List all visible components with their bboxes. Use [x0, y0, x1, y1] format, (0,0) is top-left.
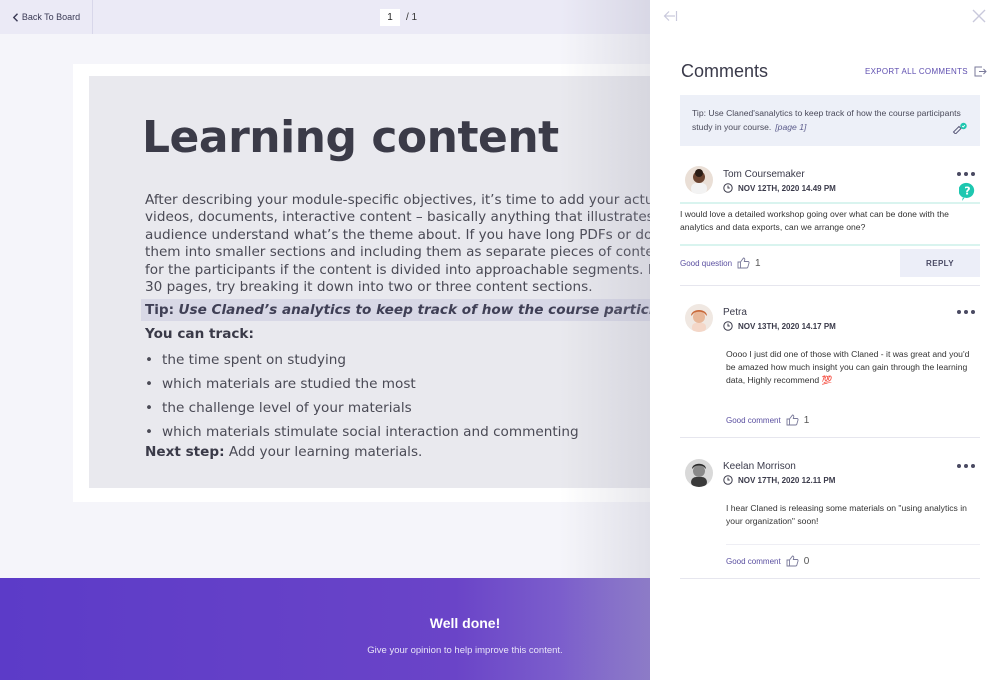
comment-text: I hear Claned is releasing some material…	[726, 503, 967, 526]
page-navigator: / 1	[380, 9, 417, 26]
comment-date: NOV 17TH, 2020 12.11 PM	[723, 475, 835, 485]
track-heading: You can track:	[145, 326, 254, 342]
comment-divider	[726, 544, 980, 545]
document-tip-highlight[interactable]: Tip: Use Claned’s analytics to keep trac…	[141, 299, 653, 321]
back-to-board-button[interactable]: Back To Board	[0, 0, 93, 34]
document-area: Learning content After describing your m…	[0, 34, 653, 578]
paragraph-line: them into smaller sections and including…	[145, 244, 653, 261]
next-step: Next step: Add your learning materials.	[145, 444, 422, 460]
feedback-footer: Well done! Give your opinion to help imp…	[0, 578, 650, 680]
track-list: the time spent on studying which materia…	[145, 348, 579, 444]
document-page: Learning content After describing your m…	[73, 64, 653, 502]
good-comment-button[interactable]: Good comment 0	[726, 555, 809, 567]
collapse-panel-icon[interactable]	[662, 10, 678, 22]
document-paragraph: After describing your module-specific ob…	[145, 192, 653, 296]
back-to-board-label: Back To Board	[21, 12, 81, 22]
reaction-count: 0	[803, 555, 810, 567]
thumbs-up-icon	[786, 555, 799, 567]
paragraph-line: videos, documents, interactive content –…	[145, 209, 653, 226]
list-item: the time spent on studying	[145, 348, 579, 372]
next-step-label: Next step:	[145, 444, 225, 460]
document-title: Learning content	[142, 112, 559, 163]
page-number-input[interactable]	[380, 9, 400, 26]
comment-date-text: NOV 17TH, 2020 12.11 PM	[738, 475, 836, 485]
list-item: which materials stimulate social interac…	[145, 420, 579, 444]
paragraph-line: After describing your module-specific ob…	[145, 192, 653, 208]
viewer-toolbar: Back To Board / 1	[0, 0, 650, 34]
list-item: the challenge level of your materials	[145, 396, 579, 420]
reaction-label: Good comment	[726, 556, 781, 566]
list-item: which materials are studied the most	[145, 372, 579, 396]
tip-prefix: Tip:	[145, 302, 175, 318]
tip-text: Use Claned’s analytics to keep track of …	[178, 302, 653, 318]
comment-divider	[680, 578, 980, 579]
paragraph-line: 30 pages, try breaking it down into two …	[145, 279, 593, 296]
clock-icon	[723, 475, 733, 485]
document-slide: Learning content After describing your m…	[89, 76, 653, 488]
paragraph-line: audience understand what’s the theme abo…	[145, 226, 653, 243]
comments-panel: Comments EXPORT ALL COMMENTS Tip: Use Cl…	[650, 0, 1000, 680]
avatar	[685, 459, 713, 487]
next-step-text: Add your learning materials.	[228, 444, 423, 460]
page-total: / 1	[406, 12, 418, 23]
comment-author: Keelan Morrison	[723, 461, 796, 472]
chevron-left-icon	[12, 12, 18, 22]
paragraph-line: for the participants if the content is d…	[145, 261, 653, 278]
more-options-icon[interactable]	[957, 464, 975, 470]
